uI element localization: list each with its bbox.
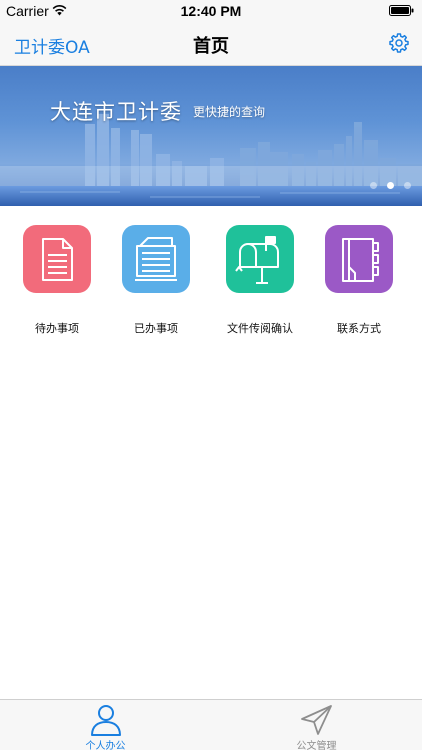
grid-item-contacts[interactable]: 联系方式 [309, 225, 409, 340]
clock-label: 12:40 PM [180, 3, 242, 19]
document-icon[interactable] [23, 225, 91, 293]
tab-document-management[interactable]: 公文管理 [211, 700, 422, 750]
screen: Carrier 12:40 PM 卫计委OA 首页 大连市卫计委 更快捷的查询 … [0, 0, 422, 750]
contact-book-icon[interactable] [325, 225, 393, 293]
grid-label: 待办事项 [35, 322, 79, 335]
grid-item-pending-tasks[interactable]: 待办事项 [7, 225, 107, 340]
grid-item-completed-tasks[interactable]: 已办事项 [106, 225, 206, 340]
page-dot-active[interactable] [387, 182, 394, 189]
page-dot[interactable] [370, 182, 377, 189]
paper-plane-icon [301, 705, 332, 735]
tab-label: 个人办公 [85, 741, 126, 750]
grid-label: 已办事项 [134, 322, 178, 335]
tab-bar: 个人办公 公文管理 [0, 699, 422, 750]
tab-label: 公文管理 [296, 741, 337, 750]
status-bar: Carrier 12:40 PM [0, 0, 422, 22]
navigation-bar: 卫计委OA 首页 [0, 22, 422, 66]
grid-item-document-circulation[interactable]: 文件传阅确认 [210, 225, 310, 340]
app-name-button[interactable]: 卫计委OA [14, 33, 90, 58]
gear-icon[interactable] [388, 32, 410, 54]
banner-carousel[interactable]: 大连市卫计委 更快捷的查询 [0, 66, 422, 206]
banner-title: 大连市卫计委 [50, 100, 182, 124]
person-icon [91, 705, 121, 736]
grid-label: 联系方式 [337, 322, 381, 335]
battery-icon [389, 5, 414, 16]
banner-subtitle: 更快捷的查询 [193, 105, 266, 119]
grid-label: 文件传阅确认 [227, 322, 293, 335]
city-skyline-image [0, 114, 422, 206]
tab-personal-office[interactable]: 个人办公 [0, 700, 211, 750]
mailbox-icon[interactable] [226, 225, 294, 293]
stack-icon[interactable] [122, 225, 190, 293]
page-dot[interactable] [404, 182, 411, 189]
